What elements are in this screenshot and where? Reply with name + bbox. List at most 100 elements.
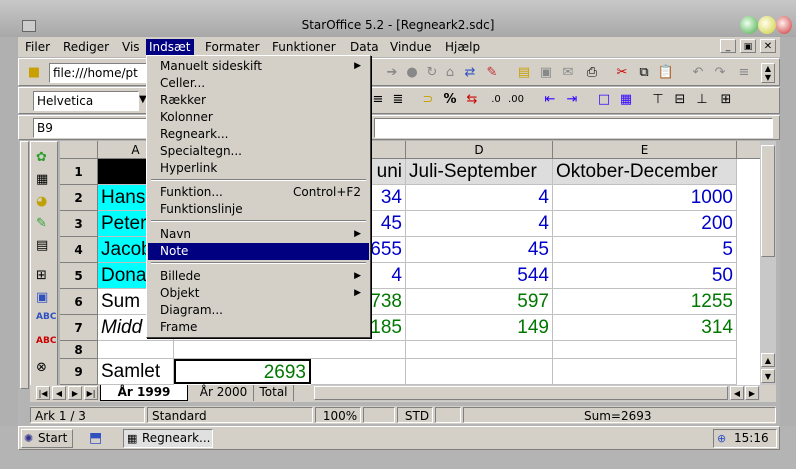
decimal-add-icon[interactable]: .0 [487,91,505,109]
cell-b9-selected[interactable]: 2693 [174,359,311,384]
row-header-1[interactable]: 1 [60,159,98,185]
cell-d5[interactable]: 544 [406,263,553,289]
network-icon[interactable]: ⊕ [717,430,726,447]
mail-icon[interactable]: ✉ [559,64,577,82]
menuitem-diagram[interactable]: Diagram... [148,302,369,319]
menuitem-funktionslinje[interactable]: Funktionslinje [148,201,369,218]
insert-table-icon[interactable]: ⊞ [36,268,47,283]
tab-aar-1999[interactable]: År 1999 [100,385,188,401]
hscroll-thumb[interactable] [314,386,728,400]
align-bottom-icon[interactable]: ⊥ [693,91,711,109]
cell-e9[interactable] [553,359,737,385]
menuitem-funktion[interactable]: Funktion... Control+F2 [148,184,369,201]
tab-next-icon[interactable]: ▶ [68,386,82,400]
cell-c9[interactable] [311,359,406,385]
tab-aar-2000[interactable]: År 2000 [194,385,254,401]
save-icon[interactable]: ▣ [537,64,555,82]
font-name-select[interactable]: Helvetica [33,91,139,111]
stop-icon[interactable]: ● [403,64,421,82]
task-button-regneark[interactable]: ▦ Regneark... [123,429,213,448]
percent-icon[interactable]: % [441,91,459,109]
cell-c8[interactable] [174,341,406,359]
scroll-down-button[interactable]: ▼ [761,369,775,383]
status-mode[interactable]: STD [397,407,433,423]
menu-data[interactable]: Data [347,39,382,55]
horizontal-scrollbar[interactable]: ◀ ▶ [314,385,760,401]
insert-cells-icon[interactable]: ▤ [36,238,48,253]
cell-a9[interactable]: Samlet [98,359,174,385]
cell-reference-field[interactable]: B9 [33,118,153,138]
menuitem-manuelt-sideskift[interactable]: Manuelt sideskift ▶ [148,58,369,75]
print-icon[interactable]: ⎙ [583,64,601,82]
copy-icon[interactable]: ⧉ [635,64,653,82]
scroll-up-button[interactable]: ▲ [761,353,775,367]
spellcheck-icon[interactable]: ABC [36,312,56,322]
column-header-e[interactable]: E [553,141,737,159]
thousands-icon[interactable]: ⇆ [463,91,481,109]
cell-e8[interactable] [553,341,737,359]
folder-icon[interactable]: ■ [25,64,43,82]
menuitem-specialtegn[interactable]: Specialtegn... [148,143,369,160]
cell-e5[interactable]: 50 [553,263,737,289]
row-header-4[interactable]: 4 [60,237,98,263]
cell-e6[interactable]: 1255 [553,289,737,315]
cell-d3[interactable]: 4 [406,211,553,237]
currency-icon[interactable]: ⊃ [419,91,437,109]
paste-icon[interactable]: 📋 [657,64,675,82]
indent-increase-icon[interactable]: ⇥ [563,91,581,109]
maximize-button[interactable] [758,16,776,34]
menuitem-note[interactable]: Note [148,243,369,260]
more-icon[interactable]: ⊞ [717,91,735,109]
cut-icon[interactable]: ✂ [613,64,631,82]
cell-e2[interactable]: 1000 [553,185,737,211]
row-header-3[interactable]: 3 [60,211,98,237]
cell-d8[interactable] [406,341,553,359]
cell-d9[interactable] [406,359,553,385]
cell-d4[interactable]: 45 [406,237,553,263]
doc-restore-icon[interactable]: ▣ [740,39,756,53]
desktop-icon[interactable]: ⬒ [89,430,102,446]
cell-d1[interactable]: Juli-September [406,159,553,185]
formula-input[interactable] [374,118,773,138]
menuitem-regneark[interactable]: Regneark... [148,126,369,143]
form-icon[interactable]: ▦ [36,172,48,187]
menu-hjaelp[interactable]: Hjælp [442,39,483,55]
cell-e4[interactable]: 5 [553,237,737,263]
menu-vindue[interactable]: Vindue [387,39,435,55]
home-icon[interactable]: ⌂ [441,64,459,82]
menuitem-navn[interactable]: Navn ▶ [148,226,369,243]
scroll-right-button[interactable]: ▶ [745,386,759,400]
find-icon[interactable]: ⊗ [36,360,47,375]
undo-icon[interactable]: ↶ [689,64,707,82]
close-button[interactable] [776,16,792,34]
menuitem-celler[interactable]: Celler... [148,75,369,92]
background-icon[interactable]: ▦ [617,91,635,109]
tab-last-icon[interactable]: ▶| [84,386,98,400]
cell-d6[interactable]: 597 [406,289,553,315]
insert-object-icon[interactable]: ◕ [36,194,47,209]
decimal-remove-icon[interactable]: .00 [507,91,525,109]
reload-icon[interactable]: ↻ [423,64,441,82]
cell-d2[interactable]: 4 [406,185,553,211]
menuitem-frame[interactable]: Frame [148,319,369,336]
column-header-extra[interactable] [737,141,760,159]
menu-vis[interactable]: Vis [119,39,143,55]
autospell-icon[interactable]: ABC [36,336,56,346]
row-header-9[interactable]: 9 [60,359,98,385]
vertical-scrollbar[interactable]: ▲ ▼ [760,141,776,385]
start-button[interactable]: ✺ Start [21,429,73,448]
redo-icon[interactable]: ↷ [711,64,729,82]
row-header-6[interactable]: 6 [60,289,98,315]
align-middle-icon[interactable]: ⊟ [671,91,689,109]
row-header-7[interactable]: 7 [60,315,98,341]
unknown-icon[interactable]: ≡ [735,64,753,82]
cell-e7[interactable]: 314 [553,315,737,341]
menuitem-kolonner[interactable]: Kolonner [148,109,369,126]
cell-e3[interactable]: 200 [553,211,737,237]
doc-close-icon[interactable]: ✕ [760,39,776,53]
menu-filer[interactable]: Filer [22,39,53,55]
tab-prev-icon[interactable]: ◀ [52,386,66,400]
menuitem-objekt[interactable]: Objekt ▶ [148,285,369,302]
doc-minimize-icon[interactable]: _ [720,39,736,53]
tab-total[interactable]: Total [254,385,294,401]
